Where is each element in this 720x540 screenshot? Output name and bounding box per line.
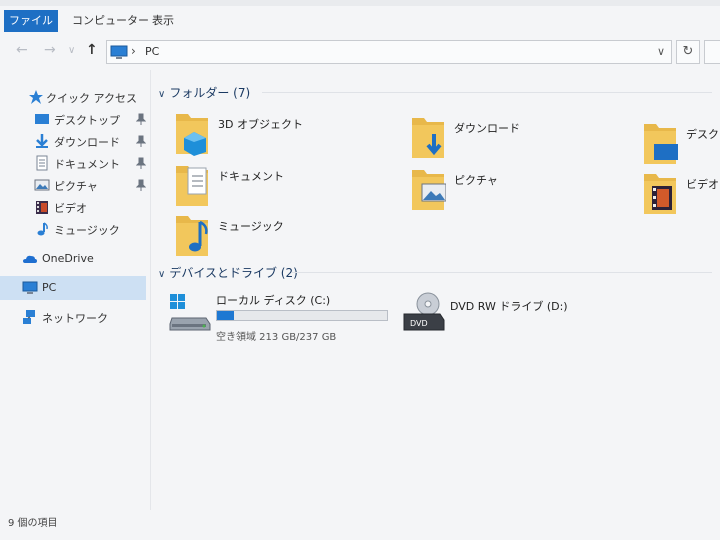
3d-objects-icon: [176, 114, 208, 156]
folder-label: ピクチャ: [454, 174, 498, 187]
folder-pictures[interactable]: ピクチャ: [410, 166, 630, 216]
folder-label: ビデオ: [686, 178, 719, 191]
pin-icon[interactable]: [136, 135, 146, 147]
group-divider: [292, 272, 712, 273]
folder-label: ダウンロード: [454, 122, 520, 135]
sidebar-item-label: ネットワーク: [42, 312, 108, 325]
drive-free-space: 空き領域 213 GB/237 GB: [216, 332, 337, 343]
drive-label: ローカル ディスク (C:): [216, 294, 331, 307]
search-input[interactable]: [704, 40, 720, 64]
sidebar-item-videos[interactable]: ビデオ: [0, 196, 146, 218]
pin-icon[interactable]: [136, 179, 146, 191]
network-icon: [23, 310, 35, 324]
tab-computer[interactable]: コンピューター: [72, 10, 149, 32]
sidebar-item-label: ピクチャ: [54, 180, 98, 193]
title-bar: [0, 0, 720, 6]
drive-usage-fill: [217, 311, 234, 320]
sidebar-item-music[interactable]: ミュージック: [0, 218, 146, 240]
sidebar-item-network[interactable]: ネットワーク: [0, 306, 146, 328]
drives-group-header[interactable]: ∨ デバイスとドライブ (2): [158, 264, 298, 281]
group-title: デバイスとドライブ (2): [169, 266, 298, 280]
folder-3d-objects[interactable]: 3D オブジェクト: [174, 110, 394, 160]
content-pane: ∨フォルダー (7) 3D オブジェクト ダウンロード デスクトップ: [152, 78, 720, 508]
folder-music[interactable]: ミュージック: [174, 212, 394, 262]
sidebar-item-label: ダウンロード: [54, 136, 120, 149]
folder-label: ミュージック: [218, 220, 284, 233]
music-folder-icon: [176, 216, 208, 256]
videos-folder-icon: [644, 174, 676, 214]
picture-icon: [34, 179, 50, 191]
sidebar-item-label: OneDrive: [42, 252, 94, 265]
documents-folder-icon: [176, 166, 208, 206]
sidebar-item-pc[interactable]: PC: [0, 276, 146, 300]
back-arrow-icon[interactable]: ←: [16, 42, 28, 58]
sidebar-item-label: ミュージック: [54, 224, 120, 237]
desktop-icon: [35, 114, 49, 124]
address-bar[interactable]: › PC ∨: [106, 40, 672, 64]
folder-videos[interactable]: ビデオ: [642, 170, 720, 220]
breadcrumb[interactable]: PC: [145, 45, 159, 58]
forward-arrow-icon[interactable]: →: [44, 42, 56, 58]
status-bar: 9 個の項目: [8, 518, 58, 529]
group-divider: [262, 92, 712, 93]
sidebar-item-label: ドキュメント: [54, 158, 120, 171]
recent-locations-icon[interactable]: ∨: [68, 45, 75, 56]
folder-downloads[interactable]: ダウンロード: [410, 114, 630, 164]
breadcrumb-separator-icon: ›: [131, 44, 136, 58]
sidebar-item-downloads[interactable]: ダウンロード: [0, 130, 146, 152]
ribbon: ファイル コンピューター 表示: [0, 0, 720, 34]
cloud-icon: [23, 255, 37, 263]
drive-label: DVD RW ドライブ (D:): [450, 300, 568, 313]
music-icon: [37, 222, 48, 236]
folder-documents[interactable]: ドキュメント: [174, 162, 394, 212]
sidebar-item-pictures[interactable]: ピクチャ: [0, 174, 146, 196]
sidebar-item-label: ビデオ: [54, 202, 87, 215]
pin-icon[interactable]: [136, 157, 146, 169]
document-icon: [36, 155, 48, 171]
pin-icon[interactable]: [136, 113, 146, 125]
star-icon: [29, 90, 43, 104]
desktop-folder-icon: [644, 124, 678, 164]
sidebar-item-label: クイック アクセス: [46, 92, 137, 105]
sidebar-item-documents[interactable]: ドキュメント: [0, 152, 146, 174]
pc-icon: [22, 281, 38, 294]
folder-label: デスクトップ: [686, 128, 720, 141]
refresh-icon: ↻: [682, 44, 694, 59]
sidebar-item-quick-access[interactable]: クイック アクセス: [0, 86, 146, 108]
local-disk-icon: [169, 294, 211, 331]
chevron-down-icon: ∨: [158, 269, 166, 280]
sidebar-item-onedrive[interactable]: OneDrive: [0, 248, 146, 270]
sidebar-item-label: PC: [42, 281, 57, 294]
folder-label: 3D オブジェクト: [218, 118, 303, 131]
refresh-button[interactable]: ↻: [676, 40, 700, 64]
folder-desktop[interactable]: デスクトップ: [642, 120, 720, 170]
drive-local-c[interactable]: ローカル ディスク (C:) 空き領域 213 GB/237 GB: [168, 290, 398, 344]
pane-divider[interactable]: [150, 70, 151, 510]
sidebar-item-label: デスクトップ: [54, 114, 120, 127]
svg-text:DVD: DVD: [410, 319, 428, 328]
video-icon: [36, 201, 48, 214]
tab-view[interactable]: 表示: [152, 10, 174, 32]
chevron-down-icon: ∨: [158, 89, 166, 100]
chevron-down-icon[interactable]: ∨: [657, 45, 665, 58]
navigation-pane: クイック アクセス デスクトップ ダウンロード ドキュメント ピクチャ ビデオ …: [0, 78, 150, 508]
sidebar-item-desktop[interactable]: デスクトップ: [0, 108, 146, 130]
pc-icon: [110, 45, 128, 59]
up-arrow-icon[interactable]: ↑: [86, 42, 98, 58]
drive-usage-bar: [216, 310, 388, 321]
folder-label: ドキュメント: [218, 170, 284, 183]
tab-file[interactable]: ファイル: [4, 10, 58, 32]
pictures-folder-icon: [412, 170, 446, 210]
downloads-folder-icon: [412, 118, 444, 158]
dvd-drive-icon: DVD: [403, 292, 445, 331]
download-icon: [36, 134, 48, 148]
folders-group-header[interactable]: ∨ フォルダー (7): [158, 84, 250, 101]
group-title: フォルダー (7): [169, 86, 251, 100]
drive-dvd-d[interactable]: DVD DVD RW ドライブ (D:): [402, 292, 602, 346]
